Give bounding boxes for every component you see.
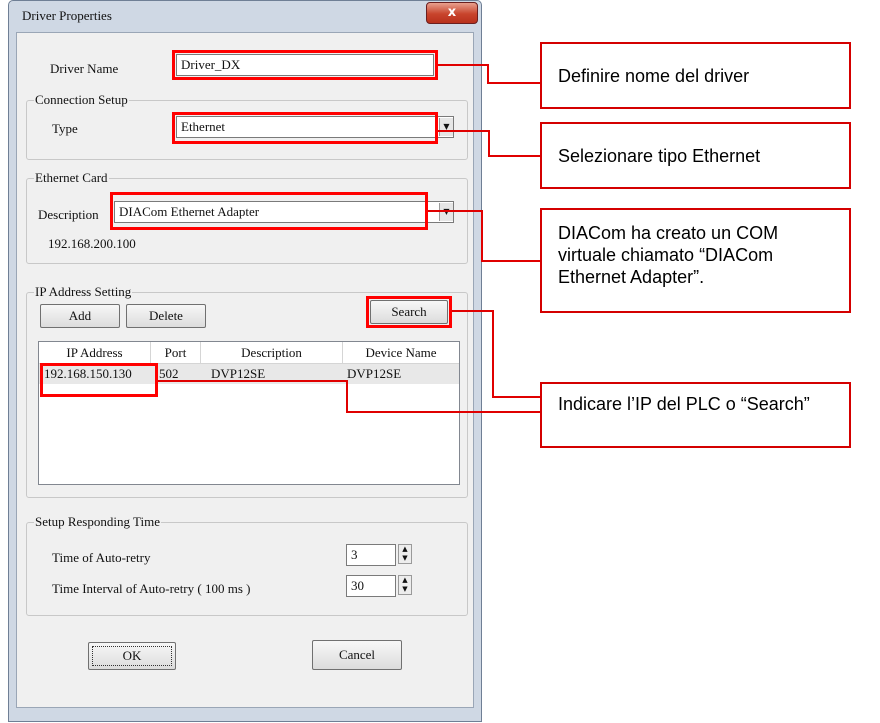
ip-address-legend: IP Address Setting: [34, 284, 133, 300]
callout-driver-name: Definire nome del driver: [540, 42, 851, 109]
highlight-driver-name: [172, 50, 438, 80]
responding-time-group: [26, 522, 468, 616]
column-header-port[interactable]: Port: [151, 342, 201, 363]
connector-line: [488, 130, 490, 156]
spin-up-icon[interactable]: ▲: [402, 545, 407, 553]
connector-line: [452, 310, 494, 312]
column-header-ip[interactable]: IP Address: [39, 342, 151, 363]
highlight-search: [366, 296, 452, 328]
ethernet-card-legend: Ethernet Card: [34, 170, 109, 186]
retry-interval-label: Time Interval of Auto-retry ( 100 ms ): [52, 581, 251, 596]
row-device-name: DVP12SE: [347, 366, 402, 381]
spin-down-icon[interactable]: ▼: [402, 585, 407, 593]
description-label: Description: [38, 207, 99, 222]
cancel-button[interactable]: Cancel: [312, 640, 402, 670]
auto-retry-input[interactable]: 3: [346, 544, 396, 566]
responding-time-legend: Setup Responding Time: [34, 514, 161, 530]
add-button[interactable]: Add: [40, 304, 120, 328]
callout-ip: Indicare l’IP del PLC o “Search”: [540, 382, 851, 448]
close-icon: x: [447, 5, 457, 20]
title-bar[interactable]: Driver Properties x: [8, 0, 482, 31]
connector-line: [487, 64, 489, 84]
spin-down-icon[interactable]: ▼: [402, 554, 407, 562]
connector-line: [428, 210, 483, 212]
connector-line: [488, 155, 540, 157]
window-title: Driver Properties: [22, 8, 112, 23]
connector-line: [481, 260, 540, 262]
connector-line: [346, 411, 540, 413]
connector-line: [492, 396, 540, 398]
ethernet-card-ip: 192.168.200.100: [48, 236, 136, 251]
auto-retry-label: Time of Auto-retry: [52, 550, 151, 565]
ok-button[interactable]: OK: [88, 642, 176, 670]
auto-retry-spinner[interactable]: ▲ ▼: [398, 544, 412, 564]
delete-button[interactable]: Delete: [126, 304, 206, 328]
connector-line: [481, 210, 483, 262]
close-button[interactable]: x: [426, 2, 478, 24]
highlight-ip: [40, 363, 158, 397]
column-header-device-name[interactable]: Device Name: [343, 342, 459, 363]
driver-name-label: Driver Name: [50, 61, 119, 76]
list-header: IP Address Port Description Device Name: [39, 342, 459, 364]
connector-line: [438, 64, 488, 66]
dropdown-arrow-icon[interactable]: ▼: [439, 203, 453, 221]
connector-line: [346, 380, 348, 413]
highlight-adapter: [110, 192, 428, 230]
connector-line: [438, 130, 490, 132]
retry-interval-input[interactable]: 30: [346, 575, 396, 597]
type-label: Type: [52, 121, 78, 136]
connector-line: [487, 82, 540, 84]
dropdown-arrow-icon[interactable]: ▼: [439, 118, 453, 136]
highlight-type: [172, 112, 438, 144]
callout-type: Selezionare tipo Ethernet: [540, 122, 851, 189]
connector-line: [158, 380, 346, 382]
connector-line: [492, 310, 494, 398]
connection-setup-legend: Connection Setup: [34, 92, 129, 108]
column-header-description[interactable]: Description: [201, 342, 343, 363]
retry-interval-spinner[interactable]: ▲ ▼: [398, 575, 412, 595]
spin-up-icon[interactable]: ▲: [402, 576, 407, 584]
callout-adapter: DIACom ha creato un COM virtuale chiamat…: [540, 208, 851, 313]
